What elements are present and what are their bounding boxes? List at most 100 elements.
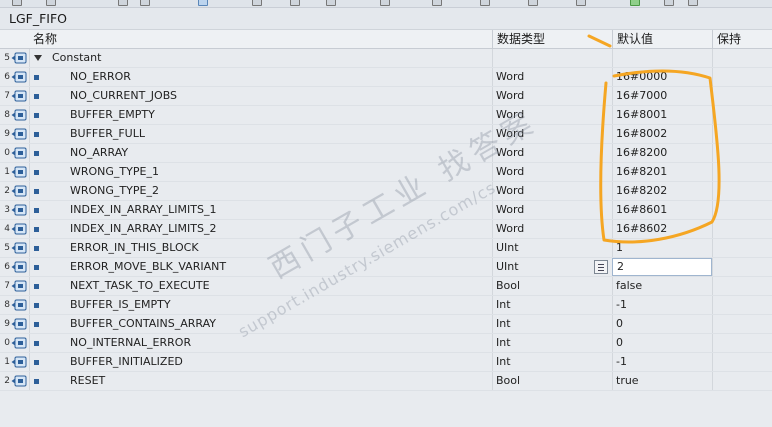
toolbar-icon[interactable] [140, 0, 150, 6]
toolbar-icon[interactable] [290, 0, 300, 6]
default-value[interactable]: -1 [616, 353, 627, 371]
toolbar-icon[interactable] [432, 0, 442, 6]
interface-icon [11, 356, 27, 368]
table-row[interactable]: 1 WRONG_TYPE_1 Word 16#8201 [0, 163, 772, 182]
table-row[interactable]: 9 BUFFER_FULL Word 16#8002 [0, 125, 772, 144]
table-row[interactable]: 1 BUFFER_INITIALIZED Int -1 [0, 353, 772, 372]
toolbar-icon[interactable] [664, 0, 674, 6]
default-value[interactable]: 16#8001 [616, 106, 667, 124]
table-row[interactable]: 6 NO_ERROR Word 16#0000 [0, 68, 772, 87]
toolbar-icon[interactable] [480, 0, 490, 6]
table-row[interactable]: 8 BUFFER_IS_EMPTY Int -1 [0, 296, 772, 315]
data-type[interactable]: UInt [496, 239, 519, 257]
data-type[interactable]: Int [496, 353, 511, 371]
table-row[interactable]: 7 NO_CURRENT_JOBS Word 16#7000 [0, 87, 772, 106]
data-type[interactable]: Bool [496, 372, 520, 390]
variable-name[interactable]: NO_ARRAY [70, 144, 128, 162]
variable-name[interactable]: BUFFER_FULL [70, 125, 145, 143]
variable-name[interactable]: BUFFER_INITIALIZED [70, 353, 183, 371]
data-type[interactable]: Word [496, 220, 524, 238]
column-header-retain[interactable]: 保持 [712, 30, 772, 49]
toolbar-icon[interactable] [326, 0, 336, 6]
toolbar-icon[interactable] [46, 0, 56, 6]
variable-name[interactable]: INDEX_IN_ARRAY_LIMITS_1 [70, 201, 216, 219]
default-value[interactable]: -1 [616, 296, 627, 314]
table-row[interactable]: 9 BUFFER_CONTAINS_ARRAY Int 0 [0, 315, 772, 334]
default-value[interactable]: 0 [616, 315, 623, 333]
variable-name[interactable]: BUFFER_CONTAINS_ARRAY [70, 315, 216, 333]
data-type[interactable]: Word [496, 182, 524, 200]
interface-icon [11, 128, 27, 140]
variable-name[interactable]: BUFFER_IS_EMPTY [70, 296, 171, 314]
row-number: 4 [4, 224, 10, 234]
table-row[interactable]: 6 ERROR_MOVE_BLK_VARIANT UInt 2 [0, 258, 772, 277]
toolbar-icon[interactable] [118, 0, 128, 6]
default-value[interactable]: 1 [616, 239, 623, 257]
row-bullet-icon [34, 322, 39, 327]
variable-name[interactable]: INDEX_IN_ARRAY_LIMITS_2 [70, 220, 216, 238]
toolbar-icon[interactable] [630, 0, 640, 6]
variable-name[interactable]: WRONG_TYPE_1 [70, 163, 159, 181]
table-row[interactable]: 8 BUFFER_EMPTY Word 16#8001 [0, 106, 772, 125]
column-header-name[interactable]: 名称 [29, 30, 492, 49]
variable-name[interactable]: NEXT_TASK_TO_EXECUTE [70, 277, 210, 295]
default-value[interactable]: 16#8601 [616, 201, 667, 219]
table-row[interactable]: 4 INDEX_IN_ARRAY_LIMITS_2 Word 16#8602 [0, 220, 772, 239]
toolbar-icon[interactable] [198, 0, 208, 6]
data-type[interactable]: Bool [496, 277, 520, 295]
default-value[interactable]: 16#8200 [616, 144, 667, 162]
default-value[interactable]: 16#8002 [616, 125, 667, 143]
data-type[interactable]: Int [496, 315, 511, 333]
toolbar-icon[interactable] [528, 0, 538, 6]
data-type[interactable]: Word [496, 87, 524, 105]
interface-icon [11, 52, 27, 64]
table-row[interactable]: 0 NO_INTERNAL_ERROR Int 0 [0, 334, 772, 353]
variable-name[interactable]: RESET [70, 372, 105, 390]
column-header-default[interactable]: 默认值 [612, 30, 712, 49]
toolbar-icon[interactable] [12, 0, 22, 6]
table-row[interactable]: 5 ERROR_IN_THIS_BLOCK UInt 1 [0, 239, 772, 258]
default-value[interactable]: 16#8201 [616, 163, 667, 181]
default-value-input[interactable]: 2 [612, 258, 712, 276]
default-value[interactable]: 0 [616, 334, 623, 352]
toolbar-icon[interactable] [688, 0, 698, 6]
data-type[interactable]: Word [496, 163, 524, 181]
table-row[interactable]: 2 RESET Bool true [0, 372, 772, 391]
data-type[interactable]: UInt [496, 258, 519, 276]
data-type[interactable]: Word [496, 201, 524, 219]
default-value[interactable]: 16#8602 [616, 220, 667, 238]
interface-icon [11, 261, 27, 273]
default-value[interactable]: true [616, 372, 639, 390]
row-bullet-icon [34, 75, 39, 80]
variable-name[interactable]: WRONG_TYPE_2 [70, 182, 159, 200]
toolbar-icon[interactable] [576, 0, 586, 6]
variable-name[interactable]: NO_INTERNAL_ERROR [70, 334, 191, 352]
variable-name[interactable]: BUFFER_EMPTY [70, 106, 155, 124]
default-value[interactable]: 16#7000 [616, 87, 667, 105]
default-value[interactable]: false [616, 277, 642, 295]
table-row[interactable]: 2 WRONG_TYPE_2 Word 16#8202 [0, 182, 772, 201]
table-row[interactable]: 0 NO_ARRAY Word 16#8200 [0, 144, 772, 163]
data-type[interactable]: Word [496, 68, 524, 86]
variable-name[interactable]: ERROR_MOVE_BLK_VARIANT [70, 258, 226, 276]
data-type[interactable]: Word [496, 106, 524, 124]
variable-name[interactable]: NO_ERROR [70, 68, 131, 86]
table-row[interactable]: 3 INDEX_IN_ARRAY_LIMITS_1 Word 16#8601 [0, 201, 772, 220]
default-value[interactable]: 16#0000 [616, 68, 667, 86]
data-type[interactable]: Word [496, 144, 524, 162]
collapse-arrow-icon[interactable] [34, 55, 42, 61]
data-type[interactable]: Word [496, 125, 524, 143]
interface-icon [11, 166, 27, 178]
data-type[interactable]: Int [496, 334, 511, 352]
variable-name[interactable]: ERROR_IN_THIS_BLOCK [70, 239, 199, 257]
table-row[interactable]: 7 NEXT_TASK_TO_EXECUTE Bool false [0, 277, 772, 296]
value-dialog-button[interactable] [594, 260, 608, 274]
variable-name[interactable]: NO_CURRENT_JOBS [70, 87, 177, 105]
data-type[interactable]: Int [496, 296, 511, 314]
column-header-type[interactable]: 数据类型 [492, 30, 612, 49]
row-bullet-icon [34, 284, 39, 289]
default-value[interactable]: 16#8202 [616, 182, 667, 200]
table-row-section[interactable]: 5 Constant [0, 49, 772, 68]
toolbar-icon[interactable] [380, 0, 390, 6]
toolbar-icon[interactable] [252, 0, 262, 6]
